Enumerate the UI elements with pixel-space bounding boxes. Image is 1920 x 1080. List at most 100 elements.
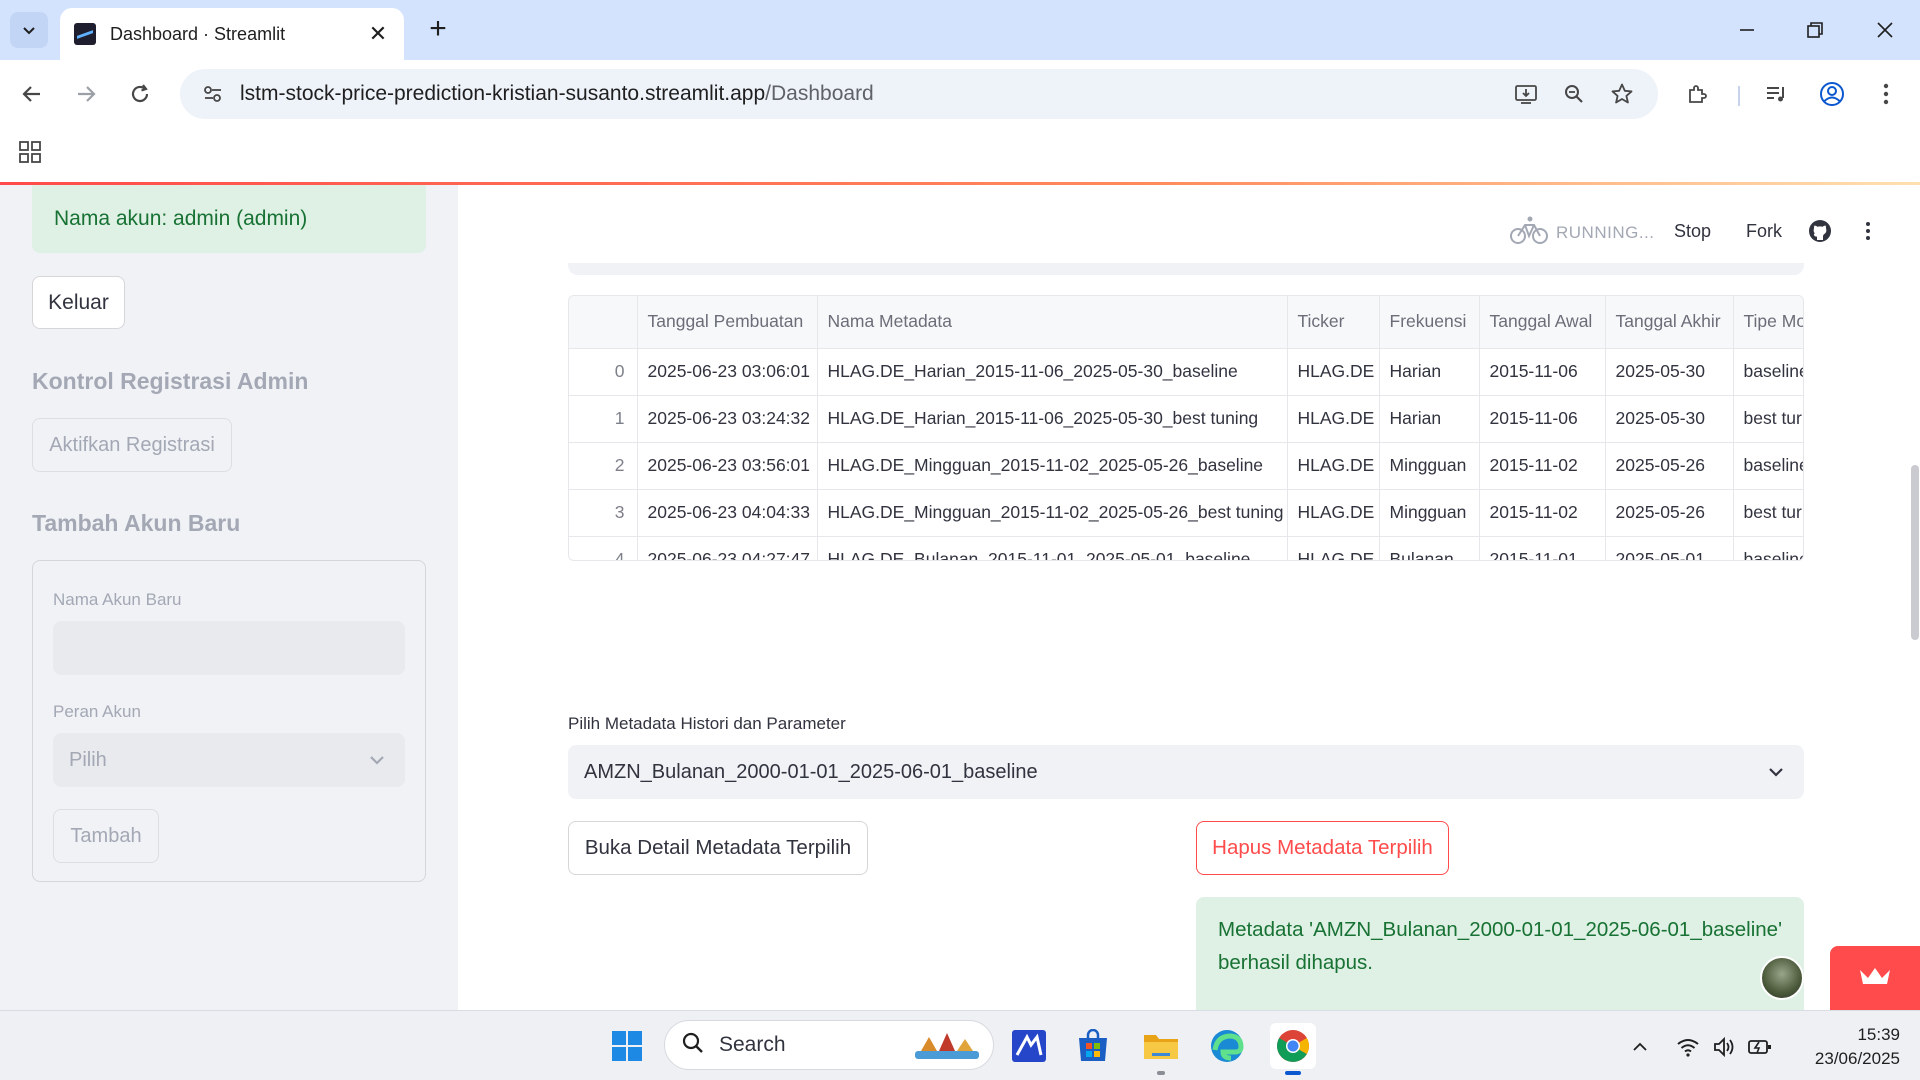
table-row[interactable]: 0 2025-06-23 03:06:01 HLAG.DE_Harian_2015-… — [569, 348, 1803, 396]
table-cell[interactable]: 2025-06-23 03:24:32 — [637, 395, 818, 443]
table-cell[interactable]: baseline — [1733, 348, 1803, 396]
table-cell[interactable]: 2015-11-02 — [1479, 489, 1606, 537]
column-header[interactable]: Tipe Mo — [1733, 296, 1803, 349]
table-cell[interactable]: 2025-06-23 04:04:33 — [637, 489, 818, 537]
streamlit-badge[interactable] — [1830, 946, 1920, 1010]
table-cell[interactable]: Harian — [1379, 348, 1480, 396]
volume-icon[interactable] — [1710, 1033, 1738, 1061]
row-index[interactable]: 1 — [569, 395, 638, 443]
row-index[interactable]: 2 — [569, 442, 638, 490]
table-cell[interactable]: best tur — [1733, 395, 1803, 443]
store-icon[interactable] — [1070, 1023, 1116, 1069]
restore-icon[interactable] — [1790, 12, 1840, 48]
page-scrollbar[interactable] — [1911, 465, 1919, 640]
table-row[interactable]: 2 2025-06-23 03:56:01 HLAG.DE_Mingguan_201… — [569, 442, 1803, 490]
table-cell[interactable]: Mingguan — [1379, 489, 1480, 537]
media-icon[interactable] — [1758, 76, 1794, 112]
table-cell[interactable]: HLAG.DE — [1287, 489, 1380, 537]
close-icon[interactable]: ✕ — [366, 21, 390, 47]
column-header[interactable]: Tanggal Pembuatan — [637, 296, 818, 349]
metadata-table[interactable]: Tanggal Pembuatan Nama Metadata Ticker Frek… — [568, 295, 1804, 561]
logout-button[interactable]: Keluar — [32, 276, 125, 329]
row-index[interactable]: 4 — [569, 536, 638, 560]
reload-icon[interactable] — [122, 76, 158, 112]
window-close-icon[interactable] — [1860, 12, 1910, 48]
table-cell[interactable]: 2015-11-02 — [1479, 442, 1606, 490]
table-cell[interactable]: 2025-05-30 — [1605, 395, 1734, 443]
table-cell[interactable]: HLAG.DE — [1287, 348, 1380, 396]
row-index[interactable]: 3 — [569, 489, 638, 537]
zoom-icon[interactable] — [1556, 76, 1592, 112]
table-cell[interactable]: Mingguan — [1379, 442, 1480, 490]
table-cell[interactable]: Bulanan — [1379, 536, 1480, 560]
index-column-header[interactable] — [569, 296, 638, 349]
table-cell[interactable]: baseline — [1733, 442, 1803, 490]
back-icon[interactable] — [14, 76, 50, 112]
table-cell[interactable]: 2025-05-26 — [1605, 489, 1734, 537]
stop-button[interactable]: Stop — [1674, 221, 1711, 242]
minimize-icon[interactable] — [1722, 12, 1772, 48]
table-cell[interactable]: HLAG.DE_Harian_2015-11-06_2025-05-30_bes… — [817, 395, 1288, 443]
tab-search-icon[interactable] — [10, 12, 48, 48]
app-icon[interactable] — [1006, 1023, 1052, 1069]
table-cell[interactable]: 2025-06-23 04:27:47 — [637, 536, 818, 560]
browser-tab[interactable]: Dashboard · Streamlit ✕ — [60, 8, 404, 60]
column-header[interactable]: Frekuensi — [1379, 296, 1480, 349]
table-cell[interactable]: 2015-11-01 — [1479, 536, 1606, 560]
table-cell[interactable]: HLAG.DE_Mingguan_2015-11-02_2025-05-26_b… — [817, 442, 1288, 490]
star-icon[interactable] — [1604, 76, 1640, 112]
open-detail-button[interactable]: Buka Detail Metadata Terpilih — [568, 821, 868, 875]
battery-icon[interactable] — [1746, 1033, 1774, 1061]
github-icon[interactable] — [1806, 217, 1834, 245]
table-cell[interactable]: 2025-05-26 — [1605, 442, 1734, 490]
install-icon[interactable] — [1508, 76, 1544, 112]
metadata-select[interactable]: AMZN_Bulanan_2000-01-01_2025-06-01_basel… — [568, 745, 1804, 799]
address-bar[interactable]: lstm-stock-price-prediction-kristian-sus… — [180, 69, 1658, 119]
profile-icon[interactable] — [1814, 76, 1850, 112]
account-role-select[interactable]: Pilih — [53, 733, 405, 787]
kebab-icon[interactable] — [1854, 217, 1882, 245]
table-cell[interactable]: best tur — [1733, 489, 1803, 537]
new-account-name-input[interactable] — [53, 621, 405, 675]
table-cell[interactable]: 2015-11-06 — [1479, 348, 1606, 396]
windows-icon[interactable] — [604, 1023, 650, 1069]
delete-metadata-button[interactable]: Hapus Metadata Terpilih — [1196, 821, 1449, 875]
plus-icon[interactable]: + — [420, 14, 456, 44]
column-header[interactable]: Ticker — [1287, 296, 1380, 349]
table-cell[interactable]: baseline — [1733, 536, 1803, 560]
chevron-up-icon[interactable] — [1626, 1033, 1654, 1061]
taskbar-search[interactable]: Search — [664, 1020, 994, 1070]
table-cell[interactable]: 2025-06-23 03:56:01 — [637, 442, 818, 490]
system-clock[interactable]: 15:39 23/06/2025 — [1790, 1023, 1900, 1071]
table-cell[interactable]: HLAG.DE_Harian_2015-11-06_2025-05-30_bas… — [817, 348, 1288, 396]
apps-icon[interactable] — [18, 140, 44, 166]
table-cell[interactable]: HLAG.DE_Bulanan_2015-11-01_2025-05-01_ba… — [817, 536, 1288, 560]
chrome-icon[interactable] — [1270, 1023, 1316, 1075]
add-account-button[interactable]: Tambah — [53, 809, 159, 863]
forward-icon[interactable] — [68, 76, 104, 112]
wifi-icon[interactable] — [1674, 1033, 1702, 1061]
table-row[interactable]: 3 2025-06-23 04:04:33 HLAG.DE_Mingguan_201… — [569, 489, 1803, 537]
table-cell[interactable]: HLAG.DE — [1287, 395, 1380, 443]
fork-button[interactable]: Fork — [1746, 221, 1782, 242]
menu-icon[interactable] — [1868, 76, 1904, 112]
table-cell[interactable]: 2015-11-06 — [1479, 395, 1606, 443]
extensions-icon[interactable] — [1680, 76, 1716, 112]
table-row[interactable]: 4 2025-06-23 04:27:47 HLAG.DE_Bulanan_2015… — [569, 536, 1803, 560]
column-header[interactable]: Nama Metadata — [817, 296, 1288, 349]
table-cell[interactable]: HLAG.DE — [1287, 442, 1380, 490]
row-index[interactable]: 0 — [569, 348, 638, 396]
table-cell[interactable]: HLAG.DE — [1287, 536, 1380, 560]
table-cell[interactable]: 2025-05-01 — [1605, 536, 1734, 560]
table-cell[interactable]: 2025-05-30 — [1605, 348, 1734, 396]
site-info-icon[interactable] — [188, 83, 238, 105]
table-cell[interactable]: HLAG.DE_Mingguan_2015-11-02_2025-05-26_b… — [817, 489, 1288, 537]
column-header[interactable]: Tanggal Awal — [1479, 296, 1606, 349]
enable-registration-button[interactable]: Aktifkan Registrasi — [32, 418, 232, 472]
edge-icon[interactable] — [1204, 1023, 1250, 1069]
column-header[interactable]: Tanggal Akhir — [1605, 296, 1734, 349]
table-cell[interactable]: 2025-06-23 03:06:01 — [637, 348, 818, 396]
avatar[interactable] — [1760, 956, 1804, 1000]
table-row[interactable]: 1 2025-06-23 03:24:32 HLAG.DE_Harian_2015-… — [569, 395, 1803, 443]
folder-icon[interactable] — [1138, 1023, 1184, 1075]
